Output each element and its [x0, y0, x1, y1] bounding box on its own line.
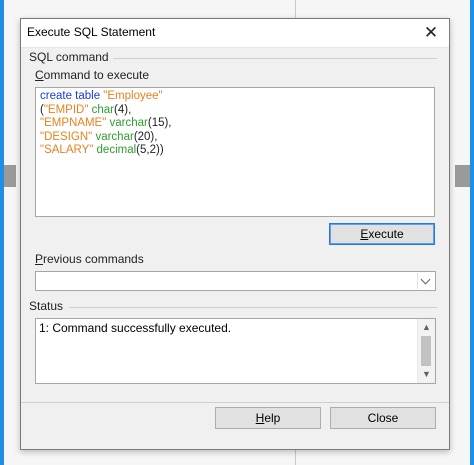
close-icon[interactable]: ✕ [419, 22, 443, 44]
sql-token: create table [40, 90, 104, 102]
dialog-title: Execute SQL Statement [27, 25, 156, 39]
sql-command-textarea[interactable]: create table "Employee" ("EMPID" char(4),… [35, 87, 435, 217]
scroll-up-icon[interactable]: ▲ [418, 319, 435, 336]
status-textarea[interactable]: 1: Command successfully executed. ▲ ▼ [35, 318, 436, 384]
background-border-right [470, 0, 474, 465]
status-message: 1: Command successfully executed. [39, 321, 232, 335]
sql-token: "DESIGN" [40, 130, 93, 143]
sql-token: char [88, 103, 115, 116]
help-button[interactable]: Help [215, 407, 321, 429]
status-scrollbar[interactable]: ▲ ▼ [417, 319, 435, 383]
previous-commands-label: Previous commands [35, 252, 144, 266]
footer-separator [21, 402, 449, 403]
sql-code-line: "DESIGN" varchar(20), [40, 131, 430, 145]
scrollbar-thumb[interactable] [421, 336, 431, 366]
previous-commands-combo[interactable] [35, 271, 436, 291]
sql-token: "Employee" [103, 90, 163, 102]
sql-token: (20), [133, 130, 158, 143]
status-group-label: Status [29, 299, 64, 313]
command-to-execute-label: Command to execute [35, 68, 150, 82]
background-divider-top [295, 0, 296, 18]
background-strip-right [455, 165, 470, 187]
sql-token: (5,2)) [136, 144, 164, 157]
sql-code-line: create table "Employee" [40, 90, 430, 104]
sql-token: (15), [147, 117, 172, 130]
execute-sql-dialog: Execute SQL Statement ✕ SQL command Comm… [20, 18, 450, 450]
title-bar: Execute SQL Statement ✕ [21, 19, 449, 48]
status-group-line [69, 307, 437, 308]
sql-token: "EMPNAME" [40, 117, 107, 130]
sql-token: (4), [114, 103, 132, 116]
scroll-down-icon[interactable]: ▼ [418, 366, 435, 383]
sql-token: varchar [92, 130, 134, 143]
background-strip-left [4, 165, 16, 187]
sql-code-line: "SALARY" decimal(5,2)) [40, 144, 430, 158]
sql-code-line: "EMPNAME" varchar(15), [40, 117, 430, 131]
sql-token: varchar [106, 117, 148, 130]
background-border-left [0, 0, 4, 465]
background-divider-bottom [295, 450, 296, 465]
sql-token: "SALARY" [40, 144, 94, 157]
sql-command-group-line [113, 58, 437, 59]
sql-code-line: ("EMPID" char(4), [40, 104, 430, 118]
execute-button[interactable]: Execute [329, 223, 435, 245]
close-button[interactable]: Close [330, 407, 436, 429]
sql-command-group-label: SQL command [29, 50, 109, 64]
chevron-down-icon [420, 274, 431, 285]
combo-dropdown-button[interactable] [417, 273, 434, 289]
sql-token: "EMPID" [43, 103, 89, 116]
sql-token: decimal [93, 144, 137, 157]
